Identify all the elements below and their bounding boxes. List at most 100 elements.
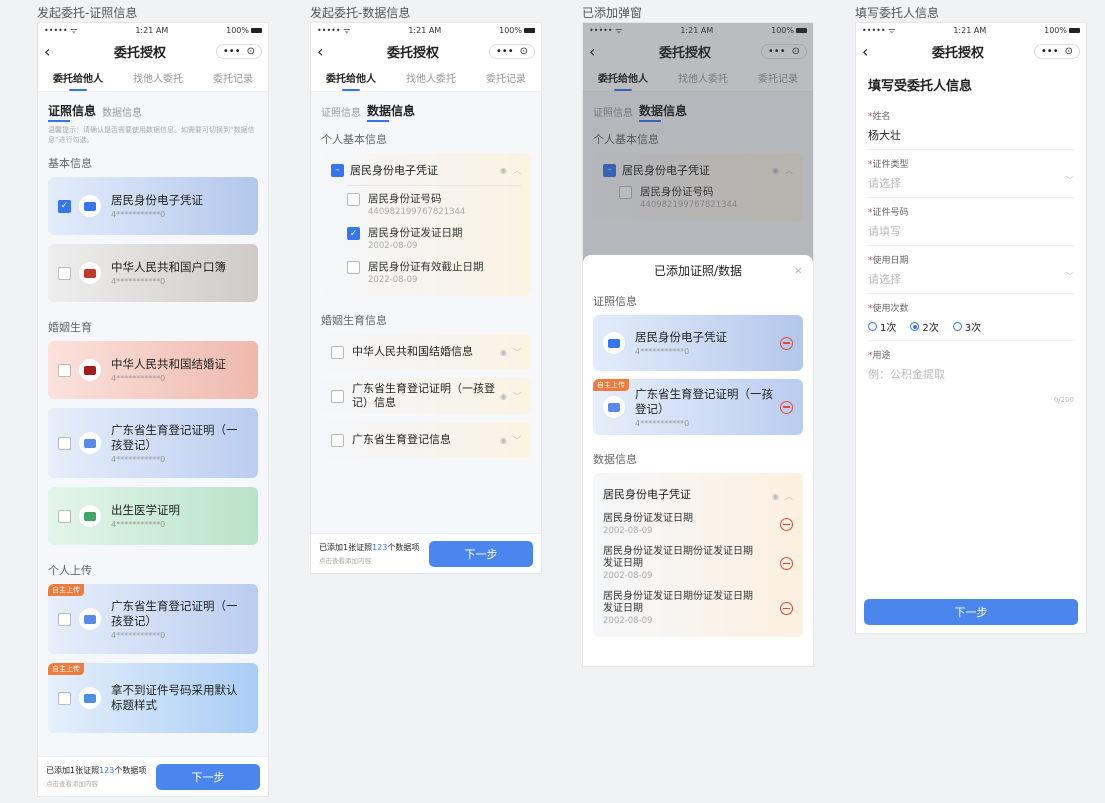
checkbox[interactable] [58, 436, 71, 450]
certificate-number: 4***********0 [111, 374, 166, 383]
top-tabs: 委托给他人 找他人委托 委托记录 [38, 65, 268, 92]
more-icon[interactable]: ••• [223, 46, 241, 57]
count-radio[interactable]: 2次 [910, 319, 939, 334]
data-group-collapsed[interactable]: 中华人民共和国结婚信息 ◉ ﹀ [321, 334, 531, 370]
certificate-card[interactable]: 自主上传 广东省生育登记证明（一孩登记） 4***********0 [48, 584, 258, 654]
added-summary[interactable]: 已添加1张证照123个数据项 点击查看添加内容 [319, 542, 419, 565]
char-counter: 0/200 [1053, 396, 1074, 404]
close-app-icon[interactable]: ⊙ [247, 46, 255, 57]
chevron-down-icon[interactable]: ﹀ [513, 347, 521, 358]
tab-0[interactable]: 委托给他人 [53, 70, 103, 91]
eye-icon[interactable]: ◉ [500, 436, 507, 445]
subtab-certificate[interactable]: 证照信息 [321, 104, 361, 119]
checkbox[interactable] [347, 261, 360, 274]
remove-icon[interactable] [780, 602, 793, 615]
modal-overlay[interactable] [583, 23, 813, 263]
status-time: 1:21 AM [953, 25, 987, 35]
phone-added-popup: ••••• ᯤ 1:21 AM 100% ‹ 委托授权 ••• ⊙ 委托给他人找… [582, 22, 814, 667]
certificate-name: 广东省生育登记证明（一孩登记） [111, 422, 238, 452]
checkbox[interactable] [58, 266, 71, 280]
id-card-icon [79, 195, 101, 217]
eye-icon[interactable]: ◉ [500, 348, 507, 357]
capsule-menu: ••• ⊙ [215, 43, 262, 59]
form-field[interactable]: *证件号码 请填写 [868, 198, 1074, 246]
close-app-icon[interactable]: ⊙ [1065, 46, 1073, 57]
chevron-up-icon[interactable]: ︿ [513, 165, 521, 176]
tab-0[interactable]: 委托给他人 [326, 70, 376, 91]
checkbox[interactable] [347, 193, 360, 206]
close-icon[interactable]: × [794, 264, 803, 277]
form-field[interactable]: *姓名 杨大壮 [868, 102, 1074, 150]
group-header[interactable]: – 居民身份电子凭证 ◉ ︿ [321, 159, 531, 181]
certificate-card[interactable]: 中华人民共和国结婚证 4***********0 [48, 341, 258, 399]
checkbox[interactable]: ✓ [58, 199, 71, 213]
capsule-menu: ••• ⊙ [488, 43, 535, 59]
checkbox[interactable]: ✓ [347, 227, 360, 240]
checkbox[interactable] [58, 363, 71, 377]
battery-icon [251, 27, 262, 33]
back-icon[interactable]: ‹ [44, 42, 64, 61]
next-button[interactable]: 下一步 [429, 540, 533, 567]
certificate-number: 4***********0 [111, 520, 166, 529]
phone-data-info: ••••• ᯤ 1:21 AM 100% ‹ 委托授权 ••• ⊙ 委托给他人 找… [310, 22, 542, 574]
checkbox[interactable] [331, 389, 344, 403]
remove-icon[interactable] [780, 336, 793, 350]
purpose-field[interactable]: *用途 例：公积金提取 0/200 [868, 341, 1074, 410]
form-field[interactable]: *使用日期 请选择 ﹀ [868, 246, 1074, 294]
remove-icon[interactable] [780, 400, 793, 414]
checkbox[interactable] [58, 612, 71, 626]
tab-1[interactable]: 找他人委托 [133, 70, 183, 91]
back-icon[interactable]: ‹ [317, 42, 337, 61]
checkbox[interactable] [331, 345, 344, 359]
certificate-card[interactable]: 广东省生育登记证明（一孩登记） 4***********0 [48, 408, 258, 478]
certificate-card[interactable]: ✓ 居民身份电子凭证 4***********0 [48, 177, 258, 235]
section-title: 个人基本信息 [321, 133, 387, 146]
self-upload-tag: 自主上传 [48, 663, 84, 675]
count-radio[interactable]: 1次 [868, 319, 896, 334]
remove-icon[interactable] [780, 518, 793, 531]
tab-2[interactable]: 委托记录 [486, 70, 526, 91]
certificate-card[interactable]: 自主上传 拿不到证件号码采用默认标题样式 [48, 663, 258, 733]
id-card-icon [603, 332, 625, 354]
checkbox[interactable] [58, 509, 71, 523]
eye-icon[interactable]: ◉ [500, 392, 507, 401]
more-icon[interactable]: ••• [1041, 46, 1059, 57]
certificate-card[interactable]: 出生医学证明 4***********0 [48, 487, 258, 545]
nav-bar: ‹ 委托授权 ••• ⊙ [311, 37, 541, 65]
data-item[interactable]: ✓ 居民身份证发证日期 2002-08-09 [321, 222, 531, 256]
next-button[interactable]: 下一步 [864, 599, 1078, 625]
tab-2[interactable]: 委托记录 [213, 70, 253, 91]
usage-count-field: *使用次数 1次 2次 3次 [868, 294, 1074, 341]
subtab-data[interactable]: 数据信息 [102, 104, 142, 119]
eye-icon[interactable]: ◉ [500, 166, 507, 175]
page-title: 委托授权 [113, 45, 166, 61]
chevron-down-icon[interactable]: ﹀ [513, 391, 521, 402]
data-item[interactable]: 居民身份证号码 440982199767821344 [321, 188, 531, 222]
chevron-down-icon[interactable]: ﹀ [513, 435, 521, 446]
checkbox[interactable] [331, 433, 344, 447]
data-group-collapsed[interactable]: 广东省生育登记证明（一孩登记）信息 ◉ ﹀ [321, 378, 531, 414]
next-button[interactable]: 下一步 [156, 763, 260, 790]
count-radio[interactable]: 3次 [952, 319, 981, 334]
more-icon[interactable]: ••• [496, 46, 514, 57]
page-title: 委托授权 [931, 45, 984, 61]
self-upload-tag: 自主上传 [593, 379, 629, 391]
data-group-collapsed[interactable]: 广东省生育登记信息 ◉ ﹀ [321, 422, 531, 458]
close-app-icon[interactable]: ⊙ [520, 46, 528, 57]
remove-icon[interactable] [780, 557, 793, 570]
battery-indicator: 100% [499, 26, 535, 35]
self-upload-tag: 自主上传 [48, 584, 84, 596]
certificate-card[interactable]: 中华人民共和国户口簿 4***********0 [48, 244, 258, 302]
subtab-data[interactable]: 数据信息 [367, 102, 415, 122]
signal-indicator: ••••• ᯤ [862, 25, 896, 35]
indeterminate-checkbox[interactable]: – [331, 163, 344, 177]
data-item[interactable]: 居民身份证有效截止日期 2022-08-09 [321, 256, 531, 290]
page-title: 委托授权 [386, 45, 439, 61]
added-summary[interactable]: 已添加1张证照123个数据项 点击查看添加内容 [46, 765, 146, 788]
back-icon[interactable]: ‹ [862, 42, 882, 61]
certificate-name: 中华人民共和国结婚证 [111, 357, 226, 371]
tab-1[interactable]: 找他人委托 [406, 70, 456, 91]
form-field[interactable]: *证件类型 请选择 ﹀ [868, 150, 1074, 198]
subtab-certificate[interactable]: 证照信息 [48, 102, 96, 122]
checkbox[interactable] [58, 691, 71, 705]
